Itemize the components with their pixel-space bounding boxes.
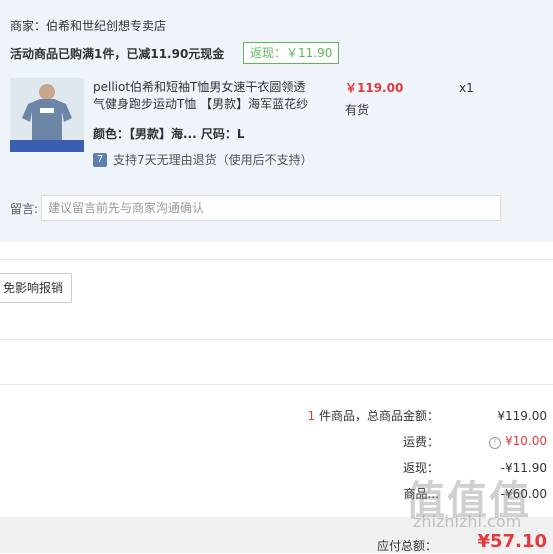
return-policy: 7 支持7天无理由退货（使用后不支持） bbox=[93, 151, 313, 168]
shipping-row: 运费： ! ¥10.00 bbox=[403, 433, 547, 450]
quantity: x1 bbox=[459, 81, 474, 95]
stock-status: 有货 bbox=[345, 103, 370, 117]
tshirt-image bbox=[10, 78, 84, 152]
shop-panel: 商家：伯希和世纪创想专卖店 活动商品已购满1件，已减11.90元现金 返现：￥1… bbox=[0, 0, 553, 242]
payable-label: 应付总额： bbox=[377, 539, 438, 553]
items-total-label: 件商品，总商品金额： bbox=[318, 409, 439, 423]
payable-value: ¥57.10 bbox=[477, 531, 547, 552]
report-button[interactable]: 免影响报销 bbox=[0, 273, 73, 303]
product-specs: 颜色：【男款】海... 尺码：L bbox=[93, 127, 245, 141]
shipping-value: ¥10.00 bbox=[505, 434, 547, 448]
return-policy-icon: 7 bbox=[93, 152, 107, 167]
message-label: 留言: bbox=[10, 202, 39, 216]
divider bbox=[0, 384, 553, 385]
product-price: ￥119.00 bbox=[345, 81, 404, 95]
shipping-label: 运费： bbox=[402, 435, 439, 449]
product-title[interactable]: pelliot伯希和短袖T恤男女速干衣圆领透气健身跑步运动T恤 【男款】海军蓝花… bbox=[93, 79, 315, 113]
return-policy-text: 支持7天无理由退货（使用后不支持） bbox=[113, 153, 313, 167]
items-total-value: ¥119.00 bbox=[497, 408, 547, 423]
divider bbox=[0, 339, 553, 340]
info-icon[interactable]: ! bbox=[489, 437, 501, 449]
watermark-url: zhizhizhi.com bbox=[413, 512, 522, 531]
merchant-name[interactable]: 商家：伯希和世纪创想专卖店 bbox=[10, 17, 166, 34]
promo-text: 活动商品已购满1件，已减11.90元现金 bbox=[10, 47, 225, 61]
product-thumbnail[interactable] bbox=[10, 78, 84, 152]
item-count: 1 bbox=[307, 409, 316, 423]
items-total-row: 1 件商品，总商品金额： ¥119.00 bbox=[308, 407, 547, 424]
divider bbox=[0, 259, 553, 260]
rebate-badge: 返现：￥11.90 bbox=[243, 42, 340, 64]
message-input[interactable] bbox=[41, 195, 501, 221]
